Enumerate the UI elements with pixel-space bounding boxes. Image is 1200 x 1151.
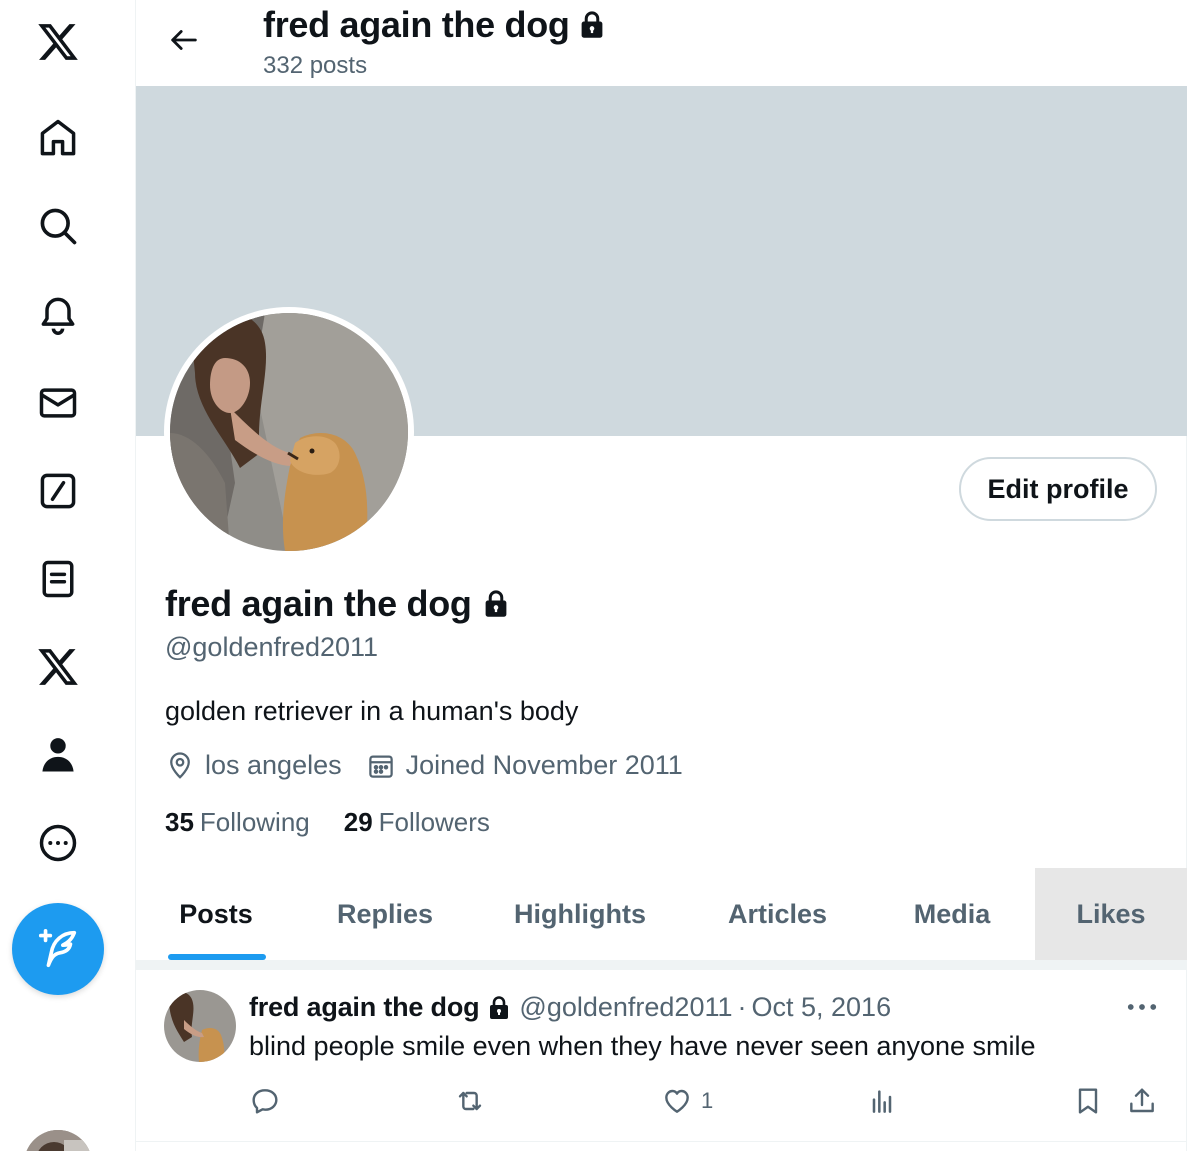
bookmark-icon [1078,1088,1098,1114]
post-actions: 1 [136,1085,1187,1125]
profile-display-name: fred again the dog [165,583,472,624]
post-text: blind people smile even when they have n… [249,1031,1036,1061]
profile-stats: 35 Following 29 Followers [165,807,490,838]
profile-location: los angeles [205,750,342,780]
tab-articles[interactable]: Articles [686,868,869,960]
lock-icon [487,995,511,1021]
lock-icon [482,589,510,619]
feather-plus-icon [38,928,77,968]
location-pin-icon [170,751,190,779]
profile-column: fred again the dog 332 posts Edit profil… [136,0,1187,1151]
profile-joined: Joined November 2011 [405,750,683,780]
repost-button[interactable] [454,1085,486,1117]
post-header: fred again the dog @goldenfred2011 · Oct… [249,992,891,1023]
bookmark-button[interactable] [1072,1085,1104,1117]
tab-media[interactable]: Media [869,868,1035,960]
followers-label: Followers [378,807,490,837]
header-title: fred again the dog [263,4,606,46]
back-button[interactable] [162,18,206,62]
profile-avatar[interactable] [164,307,414,557]
mail-icon[interactable] [28,373,88,433]
bell-icon[interactable] [28,284,88,344]
tabs-separator [136,960,1187,970]
profile-tabs: Posts Replies Highlights Articles Media … [136,868,1187,960]
followers-link[interactable]: 29 Followers [344,807,490,838]
premium-x-icon[interactable] [28,637,88,697]
header-name: fred again the dog [263,4,570,45]
profile-bio: golden retriever in a human's body [165,696,579,726]
more-circle-icon[interactable] [28,813,88,873]
tab-posts[interactable]: Posts [136,868,296,960]
home-icon[interactable] [28,108,88,168]
compose-post-button[interactable] [12,903,104,995]
tab-label: Highlights [514,898,646,929]
tab-label: Likes [1076,898,1146,929]
tab-label: Articles [727,898,828,929]
arrow-left-icon [171,30,197,50]
left-nav [0,0,136,1151]
more-dots-icon [1127,1004,1157,1010]
post-avatar[interactable] [164,990,236,1062]
share-button[interactable] [1126,1085,1158,1117]
avatar-photo [170,313,408,551]
followers-count: 29 [343,807,373,837]
x-logo-icon[interactable] [28,12,88,72]
like-count: 1 [701,1088,714,1113]
profile-name: fred again the dog [165,583,510,625]
tab-highlights[interactable]: Highlights [474,868,686,960]
tab-label: Media [913,898,991,929]
post-author-handle[interactable]: @goldenfred2011 [519,992,732,1023]
tab-replies[interactable]: Replies [296,868,474,960]
tab-likes[interactable]: Likes [1035,868,1187,960]
account-avatar[interactable] [24,1130,92,1151]
post-date[interactable]: Oct 5, 2016 [752,992,892,1023]
top-header: fred again the dog 332 posts [136,0,1187,86]
reply-button[interactable] [249,1085,281,1117]
analytics-icon [872,1090,892,1113]
profile-meta: los angeles Joined November 2011 [165,750,683,781]
edit-profile-button[interactable]: Edit profile [959,457,1157,521]
like-button[interactable]: 1 [661,1085,713,1117]
heart-icon [665,1089,689,1113]
share-icon [1130,1088,1154,1113]
posts-count: 332 posts [263,52,368,79]
calendar-icon [368,755,393,778]
profile-handle: @goldenfred2011 [165,632,379,662]
following-label: Following [199,807,310,837]
lock-icon [578,10,606,40]
repost-icon [458,1091,482,1111]
views-button[interactable] [866,1085,898,1117]
post[interactable]: fred again the dog @goldenfred2011 · Oct… [136,970,1187,1142]
search-icon[interactable] [28,196,88,256]
tab-label: Posts [179,898,253,929]
reply-icon [252,1089,278,1114]
grok-icon[interactable] [28,461,88,521]
post-author-name[interactable]: fred again the dog [249,992,480,1023]
lists-icon[interactable] [28,549,88,609]
following-count: 35 [165,807,194,837]
following-link[interactable]: 35 Following [165,807,310,838]
profile-icon[interactable] [28,725,88,785]
tab-label: Replies [336,898,434,929]
post-separator: · [737,992,747,1022]
post-more-button[interactable] [1124,992,1160,1022]
